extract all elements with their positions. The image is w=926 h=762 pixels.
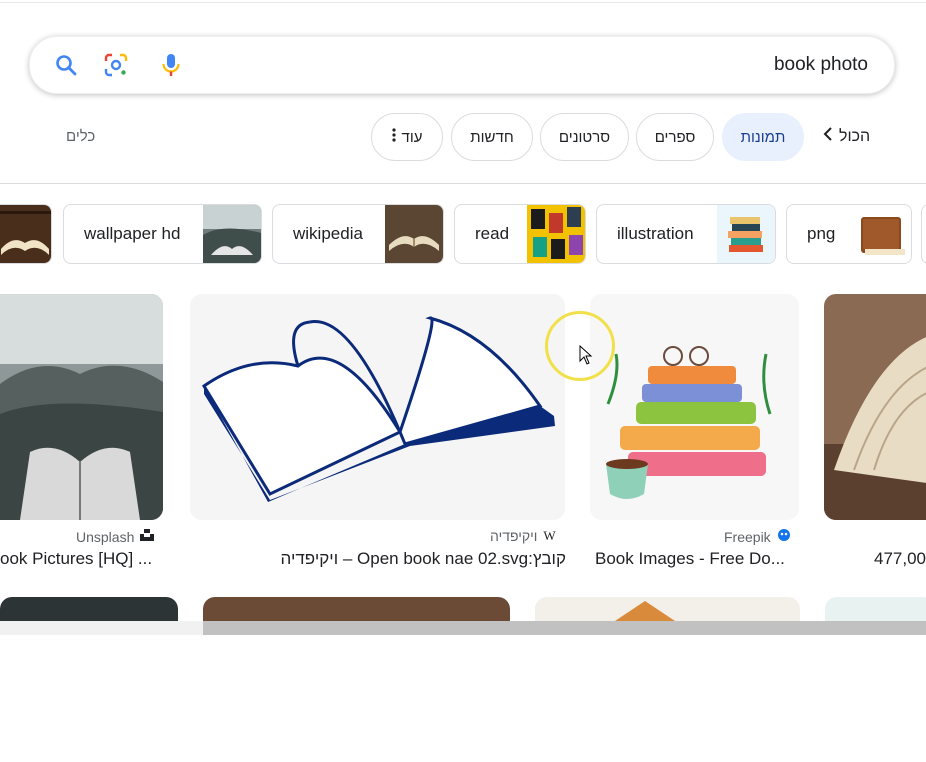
- related-chip-wikipedia[interactable]: wikipedia: [272, 204, 444, 264]
- related-chip-label: read: [475, 224, 510, 243]
- google-lens-icon[interactable]: [102, 51, 130, 79]
- book-corner-image: [615, 601, 675, 621]
- tab-videos[interactable]: סרטונים: [540, 113, 629, 161]
- tab-more[interactable]: עוד: [371, 113, 443, 161]
- result-image-row2[interactable]: [203, 597, 510, 621]
- mouse-pointer-icon: [579, 345, 593, 365]
- result-source[interactable]: Unsplash: [76, 528, 155, 545]
- tab-videos-label: סרטונים: [558, 128, 611, 146]
- search-input[interactable]: book photo: [774, 54, 868, 76]
- divider: [0, 183, 926, 184]
- related-chip-illustration[interactable]: illustration: [596, 204, 776, 264]
- book-stack-thumbnail-icon: [717, 205, 775, 263]
- result-title[interactable]: קובץ:Open book nae 02.svg – ויקיפדיה: [266, 549, 566, 569]
- result-image-pages[interactable]: [824, 294, 926, 520]
- result-source-label: Freepik: [724, 528, 771, 545]
- tab-books-label: ספרים: [654, 128, 696, 146]
- microphone-icon[interactable]: [157, 51, 185, 79]
- horizontal-scrollbar-thumb[interactable]: [203, 621, 926, 635]
- chevron-left-icon: [823, 126, 833, 147]
- result-title[interactable]: ook Pictures [HQ] ...: [0, 549, 160, 569]
- freepik-icon: [777, 528, 791, 545]
- related-chip-label: png: [807, 224, 836, 243]
- tab-more-label: עוד: [401, 128, 423, 146]
- top-border: [0, 2, 926, 3]
- books-grid-thumbnail-icon: [527, 205, 585, 263]
- result-image-forest-book[interactable]: [0, 294, 163, 520]
- result-title[interactable]: Book Images - Free Do...: [595, 549, 795, 569]
- result-image-row2[interactable]: [535, 597, 800, 621]
- search-icon[interactable]: [52, 51, 80, 79]
- result-source[interactable]: ויקיפדיה W: [490, 528, 556, 544]
- related-chip-png[interactable]: png: [786, 204, 912, 264]
- book-pages-photo: [824, 294, 926, 520]
- tab-news[interactable]: חדשות: [451, 113, 533, 161]
- search-box[interactable]: book photo: [29, 36, 895, 94]
- tab-books[interactable]: ספרים: [636, 113, 714, 161]
- open-book-drawing: [190, 294, 565, 520]
- wikipedia-icon: W: [543, 528, 556, 543]
- result-title[interactable]: 477,00: [874, 549, 926, 569]
- related-chip-label: wallpaper hd: [84, 224, 181, 243]
- more-vert-icon: [391, 128, 396, 146]
- library-thumbnail-icon: [0, 205, 51, 263]
- related-chip-label: wikipedia: [293, 224, 363, 243]
- book-stack-illustration: [590, 294, 799, 520]
- result-source-label: Unsplash: [76, 528, 135, 545]
- forest-book-image: [0, 294, 163, 520]
- book-landscape-thumbnail-icon: [203, 205, 261, 263]
- related-chip-next[interactable]: [921, 204, 926, 264]
- related-chip-read[interactable]: read: [454, 204, 586, 264]
- related-chip-wallpaper-hd[interactable]: wallpaper hd: [63, 204, 262, 264]
- result-image-book-stack[interactable]: [590, 294, 799, 520]
- tab-all[interactable]: הכול: [823, 126, 870, 147]
- related-chip-partial[interactable]: [0, 204, 52, 264]
- tab-images[interactable]: תמונות: [722, 113, 804, 161]
- related-chip-label: illustration: [617, 224, 694, 243]
- book-thumbnail-icon: [853, 205, 911, 263]
- result-source[interactable]: Freepik: [724, 528, 791, 545]
- tools-button[interactable]: כלים: [66, 128, 95, 145]
- result-image-open-book-svg[interactable]: [190, 294, 565, 520]
- tab-all-label: הכול: [839, 127, 871, 145]
- tab-images-label: תמונות: [740, 128, 786, 146]
- result-image-row2[interactable]: [825, 597, 926, 621]
- result-source-label: ויקיפדיה: [490, 528, 538, 544]
- tab-news-label: חדשות: [470, 128, 514, 146]
- result-image-row2[interactable]: [0, 597, 178, 621]
- unsplash-icon: [140, 528, 155, 545]
- old-book-thumbnail-icon: [385, 205, 443, 263]
